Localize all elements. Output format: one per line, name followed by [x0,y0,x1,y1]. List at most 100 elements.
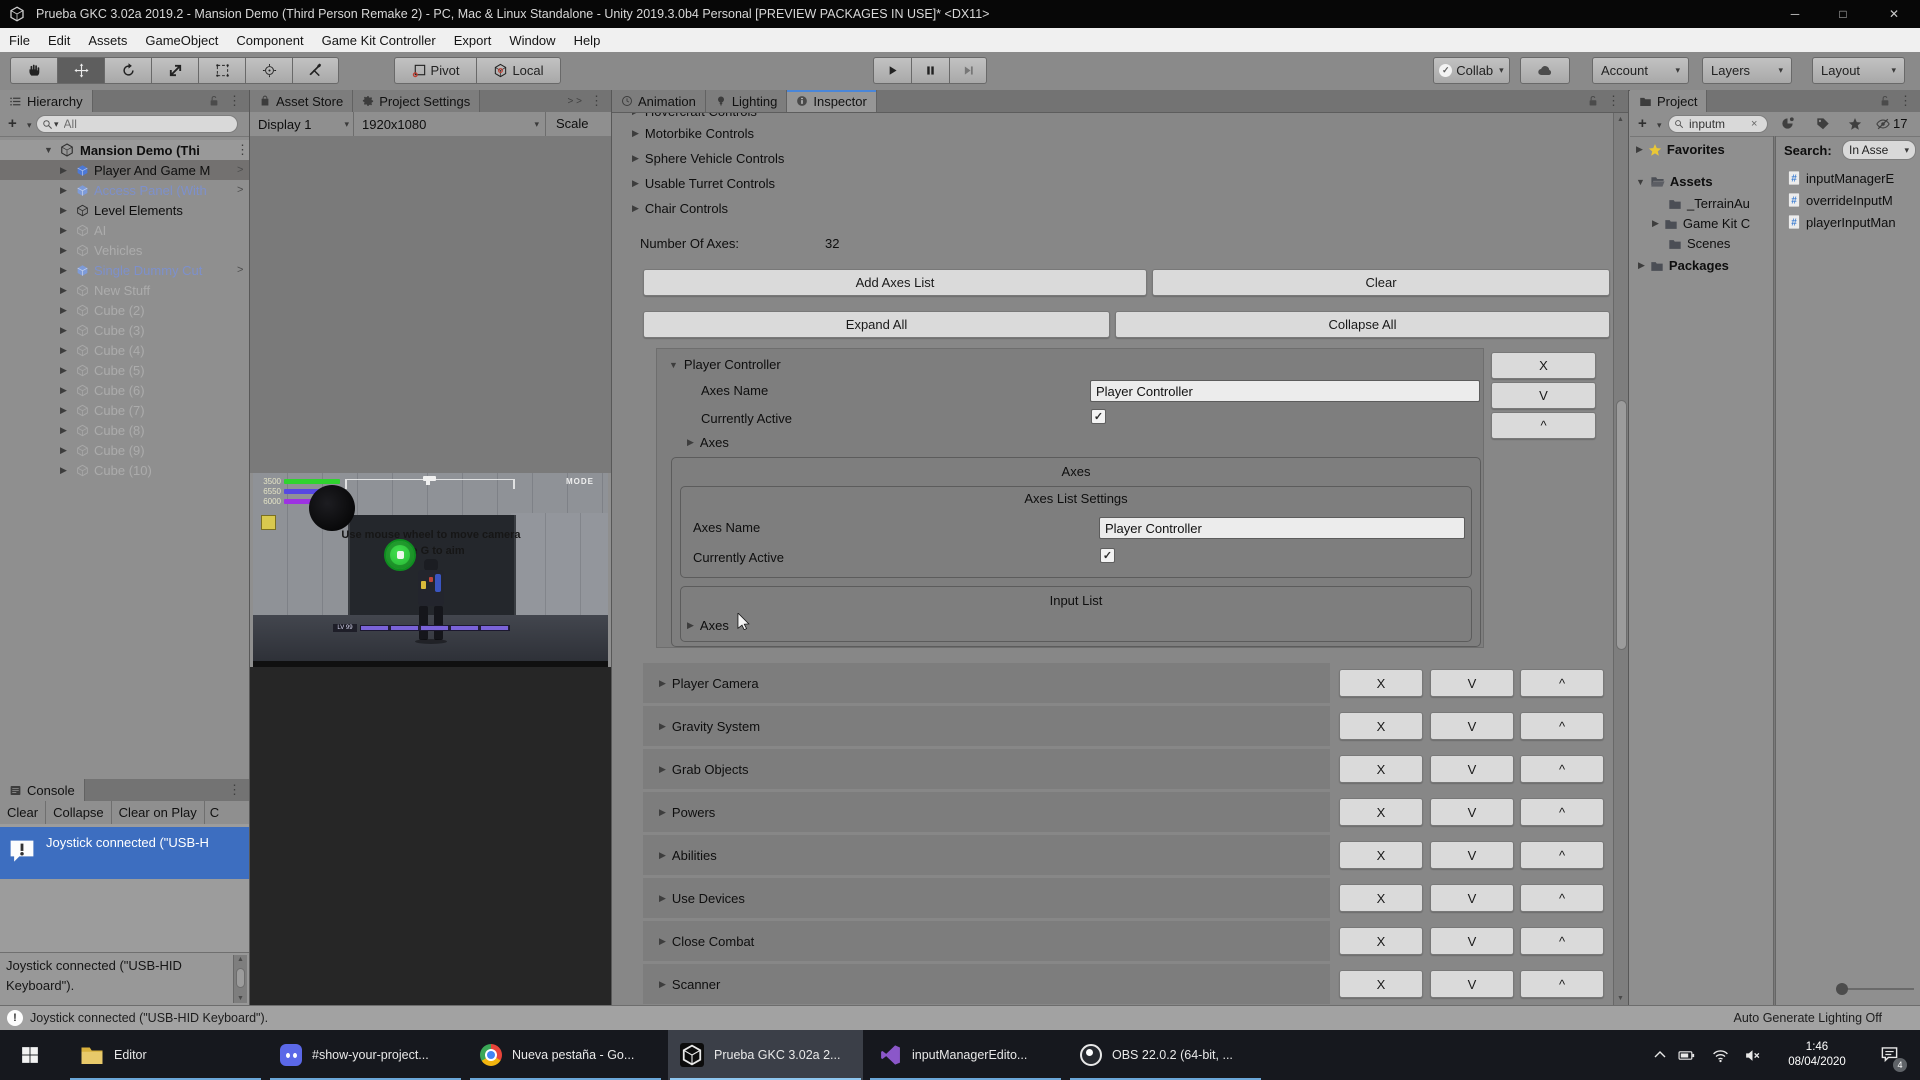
scroll-up-icon[interactable]: ▲ [1617,116,1624,123]
search-filter-caret-icon[interactable]: ▾ [54,119,59,130]
custom-tools-button[interactable] [292,57,339,84]
layers-dropdown[interactable]: Layers▾ [1702,57,1792,84]
kebab-menu-icon[interactable]: ⋮ [1607,93,1620,109]
scroll-down-icon[interactable]: ▼ [237,995,244,1002]
project-splitter[interactable] [1773,136,1776,1005]
tab-lighting[interactable]: Lighting [706,90,788,112]
scenes-folder-item[interactable]: Scenes [1668,236,1730,251]
tab-inspector[interactable]: Inspector [787,90,876,112]
lock-icon[interactable] [1879,95,1891,107]
menu-export[interactable]: Export [445,28,501,52]
pc-move-down-button[interactable]: V [1491,382,1596,409]
row-down-button[interactable]: V [1430,798,1514,826]
row-remove-button[interactable]: X [1339,755,1423,783]
row-down-button[interactable]: V [1430,884,1514,912]
taskbar-item-chrome[interactable]: Nueva pestaña - Go... [468,1030,663,1080]
foldout-icon[interactable]: ▶ [60,425,67,436]
row-up-button[interactable]: ^ [1520,970,1604,998]
menu-window[interactable]: Window [500,28,564,52]
settings-axes-name-field[interactable]: Player Controller [1099,517,1465,539]
kebab-menu-icon[interactable]: ⋮ [1899,93,1912,109]
hierarchy-search-input[interactable] [62,116,232,132]
menu-component[interactable]: Component [227,28,312,52]
minimize-button[interactable]: ─ [1772,0,1818,28]
tab-animation[interactable]: Animation [612,90,706,112]
tab-scroll-icon[interactable]: > > [568,96,582,107]
create-caret-icon[interactable]: ▾ [27,120,32,131]
project-search-input[interactable] [1687,116,1751,132]
row-up-button[interactable]: ^ [1520,884,1604,912]
hierarchy-item-single-dummy[interactable]: ▶ Single Dummy Cut > [0,260,249,280]
axes-row-gravity-system[interactable]: ▶Gravity System [643,706,1330,746]
input-axes-foldout[interactable]: ▶Axes [687,618,729,633]
add-axes-list-button[interactable]: Add Axes List [643,269,1147,296]
row-remove-button[interactable]: X [1339,970,1423,998]
tab-console[interactable]: Console [0,779,85,801]
thumbnail-size-slider[interactable] [1842,988,1914,990]
hierarchy-item-cube4[interactable]: ▶Cube (4) [0,340,249,360]
row-up-button[interactable]: ^ [1520,755,1604,783]
scrollbar-thumb[interactable] [236,968,245,988]
local-toggle[interactable]: Local [476,57,561,84]
axes-row-use-devices[interactable]: ▶Use Devices [643,878,1330,918]
foldout-icon[interactable]: ▶ [60,285,67,296]
console-mini-scrollbar[interactable]: ▲ ▼ [233,955,247,1003]
foldout-icon[interactable]: ▶ [60,225,67,236]
console-log-entry[interactable]: Joystick connected ("USB-H [0,827,249,879]
gamekit-folder-item[interactable]: ▶ Game Kit C [1652,216,1750,231]
tab-project[interactable]: Project [1630,90,1707,112]
row-remove-button[interactable]: X [1339,841,1423,869]
foldout-icon[interactable]: ▶ [60,185,67,196]
prefab-open-icon[interactable]: > [237,164,243,176]
scale-tool-button[interactable] [151,57,198,84]
console-error-pause-button[interactable]: C [205,801,224,824]
favorites-item[interactable]: ▶ Favorites [1636,142,1725,157]
account-dropdown[interactable]: Account▾ [1592,57,1689,84]
axes-foldout[interactable]: ▶Axes [687,435,729,450]
create-button[interactable]: + [8,115,17,132]
foldout-motorbike-controls[interactable]: ▶Motorbike Controls [632,126,754,141]
hand-tool-button[interactable] [10,57,57,84]
taskbar-item-editor[interactable]: Editor [68,1030,263,1080]
row-down-button[interactable]: V [1430,927,1514,955]
menu-help[interactable]: Help [565,28,610,52]
foldout-icon[interactable]: ▶ [60,345,67,356]
taskbar-item-visual-studio[interactable]: inputManagerEdito... [868,1030,1063,1080]
prefab-filter-icon[interactable] [1780,116,1795,131]
hierarchy-item-cube7[interactable]: ▶Cube (7) [0,400,249,420]
foldout-icon[interactable]: ▶ [60,385,67,396]
row-up-button[interactable]: ^ [1520,669,1604,697]
foldout-sphere-vehicle-controls[interactable]: ▶Sphere Vehicle Controls [632,151,784,166]
console-collapse-button[interactable]: Collapse [46,801,112,824]
console-clear-button[interactable]: Clear [0,801,46,824]
foldout-icon[interactable]: ▶ [60,465,67,476]
clear-button[interactable]: Clear [1152,269,1610,296]
row-down-button[interactable]: V [1430,755,1514,783]
transform-tool-button[interactable] [245,57,292,84]
hierarchy-item-cube6[interactable]: ▶Cube (6) [0,380,249,400]
tab-project-settings[interactable]: Project Settings [353,90,480,112]
clear-search-icon[interactable]: × [1751,118,1757,130]
result-item-1[interactable]: overrideInputM [1786,192,1893,208]
hierarchy-item-level-elements[interactable]: ▶ Level Elements [0,200,249,220]
kebab-menu-icon[interactable]: ⋮ [228,93,241,109]
foldout-icon[interactable]: ▶ [60,305,67,316]
game-render[interactable]: 3500 6550 6000 MODE Use mouse wheel to m… [253,473,608,667]
hierarchy-item-cube10[interactable]: ▶Cube (10) [0,460,249,480]
menu-gameobject[interactable]: GameObject [136,28,227,52]
play-button[interactable] [873,57,911,84]
step-button[interactable] [949,57,987,84]
scroll-down-icon[interactable]: ▼ [1617,995,1624,1002]
expand-all-button[interactable]: Expand All [643,311,1110,338]
row-remove-button[interactable]: X [1339,669,1423,697]
scene-foldout-icon[interactable]: ▼ [44,145,53,155]
lock-icon[interactable] [208,95,220,107]
tab-hierarchy[interactable]: Hierarchy [0,90,93,112]
foldout-icon[interactable]: ▶ [60,445,67,456]
pc-remove-button[interactable]: X [1491,352,1596,379]
collapse-all-button[interactable]: Collapse All [1115,311,1610,338]
hierarchy-item-ai[interactable]: ▶ AI [0,220,249,240]
axes-row-abilities[interactable]: ▶Abilities [643,835,1330,875]
row-down-button[interactable]: V [1430,970,1514,998]
taskbar-item-discord[interactable]: #show-your-project... [268,1030,463,1080]
